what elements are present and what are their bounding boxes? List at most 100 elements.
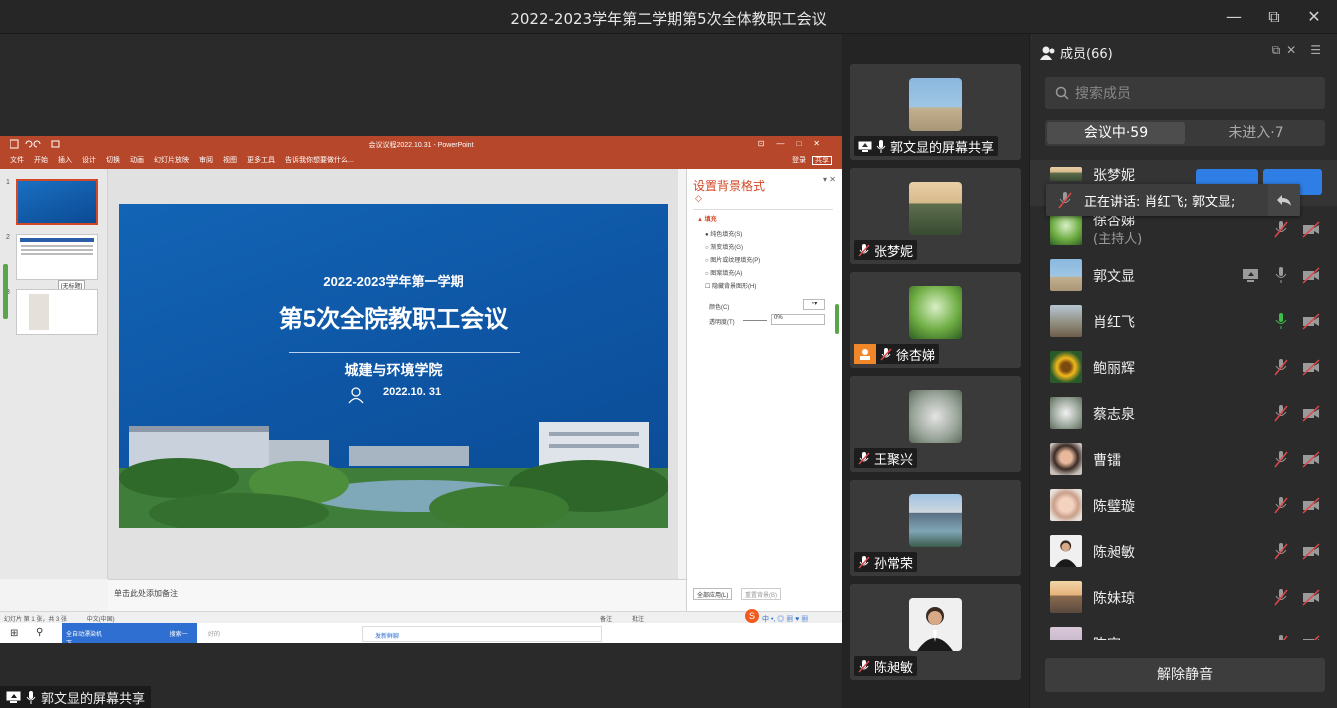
search-icon[interactable]: ⚲ — [36, 627, 43, 638]
apply-all-button[interactable]: 全部应用(L) — [693, 588, 733, 600]
video-tile[interactable]: 张梦妮 — [850, 168, 1021, 264]
video-off-icon[interactable] — [1302, 266, 1320, 284]
taskbar-chat[interactable]: 发新鲜聊 — [362, 626, 602, 642]
ppt-account: 登录 共享 — [792, 155, 832, 165]
ppt-menu-item[interactable]: 开始 — [34, 155, 48, 165]
video-off-icon[interactable] — [1302, 634, 1320, 640]
video-off-icon[interactable] — [1302, 450, 1320, 468]
ime-logo[interactable]: S — [745, 609, 759, 623]
fill-section-header[interactable]: ▲ 填充 — [697, 214, 717, 223]
taskbar-search[interactable]: 全自动漂染机 搜索一下 — [62, 623, 197, 643]
notes-area[interactable]: 单击此处添加备注 — [108, 579, 686, 611]
notes-button[interactable]: 备注 — [600, 614, 612, 623]
video-tile[interactable]: 郭文显的屏幕共享 — [850, 64, 1021, 160]
avatar — [1050, 167, 1082, 181]
ppt-menu-item[interactable]: 视图 — [223, 155, 237, 165]
fill-option[interactable]: ● 纯色填充(S) — [705, 229, 742, 238]
video-off-icon[interactable] — [1302, 542, 1320, 560]
pane-scrollbar[interactable] — [835, 304, 839, 334]
ppt-menu-item[interactable]: 更多工具 — [247, 155, 275, 165]
unmute-all-button[interactable]: 解除静音 — [1045, 658, 1325, 692]
ppt-menu: 文件 开始 插入 设计 切换 动画 幻灯片放映 审阅 视图 更多工具 告诉我你想… — [10, 155, 354, 165]
comments-button[interactable]: 批注 — [632, 614, 644, 623]
slide-thumbnail[interactable] — [16, 289, 98, 335]
fill-option[interactable]: ○ 图案填充(A) — [705, 268, 742, 277]
reset-background-button[interactable]: 重置背景(B) — [741, 588, 781, 600]
video-off-icon[interactable] — [1302, 358, 1320, 376]
fill-option[interactable]: ○ 图片或纹理填充(P) — [705, 255, 760, 264]
muted-microphone-icon[interactable] — [1272, 542, 1290, 560]
thumb-number: 1 — [6, 179, 10, 186]
avatar — [1050, 213, 1082, 245]
ppt-status-bar: 幻灯片 第 1 张，共 3 张 中文(中国) 备注 批注 S 中 •, ◎ ▦ … — [0, 609, 842, 623]
pane-close-icon[interactable]: ▾ ✕ — [823, 175, 836, 184]
popout-icon[interactable]: ⧉ — [1272, 43, 1287, 57]
video-tile[interactable]: 陈昶敏 — [850, 584, 1021, 680]
ppt-login[interactable]: 登录 — [792, 157, 806, 164]
speaking-microphone-icon[interactable] — [1272, 312, 1290, 330]
ppt-menu-item[interactable]: 动画 — [130, 155, 144, 165]
ppt-tell-me[interactable]: 告诉我你想要做什么... — [285, 155, 354, 165]
video-off-icon[interactable] — [1302, 588, 1320, 606]
members-header: 成员(66) — [1040, 43, 1113, 62]
fill-option[interactable]: ○ 渐变填充(G) — [705, 242, 743, 251]
minimize-button[interactable]: — — [1222, 6, 1246, 28]
muted-microphone-icon[interactable] — [1272, 220, 1290, 238]
ppt-menu-item[interactable]: 幻灯片放映 — [154, 155, 189, 165]
color-picker[interactable]: ◔▾ — [803, 299, 825, 310]
muted-microphone-icon[interactable] — [1272, 588, 1290, 606]
ppt-menu-item[interactable]: 插入 — [58, 155, 72, 165]
ppt-window-controls: ⊡—□✕ — [757, 139, 832, 148]
tile-name: 张梦妮 — [874, 244, 914, 260]
member-row[interactable]: 陈妹琼 — [1030, 574, 1337, 620]
slide-thumbnail[interactable] — [16, 179, 98, 225]
muted-microphone-icon[interactable] — [1056, 191, 1074, 209]
thumb-scrollbar[interactable] — [3, 264, 8, 319]
transparency-slider[interactable] — [743, 320, 767, 321]
ppt-menu-item[interactable]: 审阅 — [199, 155, 213, 165]
muted-microphone-icon[interactable] — [1272, 496, 1290, 514]
video-off-icon[interactable] — [1302, 220, 1320, 238]
muted-microphone-icon[interactable] — [1272, 358, 1290, 376]
transparency-label: 透明度(T) — [709, 320, 735, 326]
video-tile[interactable]: 孙常荣 — [850, 480, 1021, 576]
member-row[interactable]: 陈昶敏 — [1030, 528, 1337, 574]
windows-icon[interactable]: ⊞ — [10, 628, 18, 639]
member-row[interactable]: 蔡志泉 — [1030, 390, 1337, 436]
tab-not-joined[interactable]: 未进入·7 — [1187, 120, 1325, 146]
transparency-input[interactable]: 0% — [771, 314, 825, 325]
member-row[interactable]: 肖红飞 — [1030, 298, 1337, 344]
slide-thumbnail[interactable] — [16, 234, 98, 280]
collapse-speaking-button[interactable] — [1268, 184, 1300, 216]
muted-microphone-icon[interactable] — [1272, 404, 1290, 422]
member-search[interactable]: 搜索成员 — [1045, 77, 1325, 109]
video-off-icon[interactable] — [1302, 496, 1320, 514]
member-row[interactable]: 鲍丽辉 — [1030, 344, 1337, 390]
video-off-icon[interactable] — [1302, 404, 1320, 422]
member-row[interactable]: 陈宏 — [1030, 620, 1337, 640]
restore-button[interactable]: ⧉ — [1262, 6, 1286, 28]
member-row[interactable]: 曹镭 — [1030, 436, 1337, 482]
ppt-menu-item[interactable]: 切换 — [106, 155, 120, 165]
microphone-icon — [26, 690, 36, 704]
video-tile[interactable]: 徐杏娣 — [850, 272, 1021, 368]
menu-icon[interactable]: ☰ — [1310, 43, 1327, 57]
microphone-icon[interactable] — [1272, 266, 1290, 284]
muted-microphone-icon[interactable] — [1272, 450, 1290, 468]
muted-microphone-icon[interactable] — [1272, 634, 1290, 640]
video-off-icon[interactable] — [1302, 312, 1320, 330]
search-icon — [1055, 86, 1069, 100]
close-button[interactable]: ✕ — [1302, 6, 1326, 28]
slide-scrollbar[interactable] — [678, 169, 686, 579]
tab-in-meeting[interactable]: 会议中·59 — [1047, 122, 1185, 144]
member-tabs: 会议中·59 未进入·7 — [1045, 120, 1325, 146]
ppt-menu-item[interactable]: 设计 — [82, 155, 96, 165]
video-tile[interactable]: 王聚兴 — [850, 376, 1021, 472]
tile-name: 孙常荣 — [874, 556, 914, 572]
member-row[interactable]: 陈璧璇 — [1030, 482, 1337, 528]
hide-background-checkbox[interactable]: ☐ 隐藏背景图形(H) — [705, 281, 756, 290]
ppt-menu-item[interactable]: 文件 — [10, 155, 24, 165]
close-panel-icon[interactable]: ✕ — [1286, 43, 1302, 57]
ppt-share-button[interactable]: 共享 — [812, 156, 832, 165]
member-row[interactable]: 郭文显 — [1030, 252, 1337, 298]
